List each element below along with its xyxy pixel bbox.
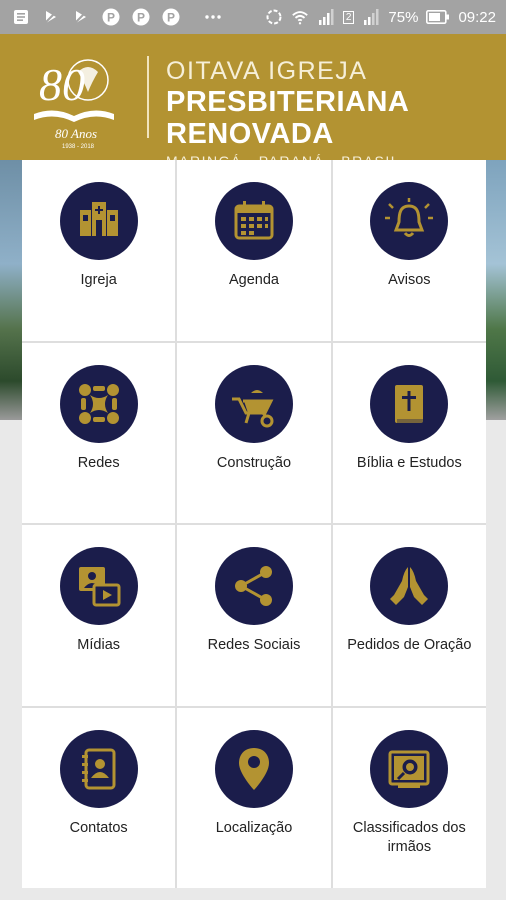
pinterest-icon: P xyxy=(102,8,120,26)
menu-tile-redes[interactable]: Redes xyxy=(22,342,176,523)
logo-number: 80 xyxy=(39,59,85,110)
menu-tile-pedidos-oracao[interactable]: Pedidos de Oração xyxy=(332,525,486,706)
network-icon xyxy=(59,364,138,443)
location-pin-icon xyxy=(214,729,293,808)
menu-tile-agenda[interactable]: Agenda xyxy=(177,160,331,341)
menu-label: Localização xyxy=(215,819,293,836)
signal-icon xyxy=(362,8,380,26)
status-bar: P P P 2 75% 09:22 xyxy=(0,0,506,34)
background-photo-left xyxy=(0,160,22,420)
menu-label: Contatos xyxy=(69,819,128,836)
menu-tile-construcao[interactable]: Construção xyxy=(177,342,331,523)
menu-tile-biblia[interactable]: Bíblia e Estudos xyxy=(332,342,486,523)
header-title-block: OITAVA IGREJA PRESBITERIANA RENOVADA MAR… xyxy=(166,56,506,172)
sim-badge: 2 xyxy=(342,8,355,26)
menu-label: Avisos xyxy=(388,272,431,288)
menu-label: Igreja xyxy=(80,272,117,288)
menu-label: Classificados dos irmãos xyxy=(352,819,466,855)
menu-label: Agenda xyxy=(228,272,279,288)
svg-text:P: P xyxy=(167,11,175,25)
wheelbarrow-icon xyxy=(214,364,293,443)
signal-icon xyxy=(317,8,335,26)
share-icon xyxy=(214,547,293,625)
praying-hands-icon xyxy=(370,547,449,625)
menu-tile-avisos[interactable]: Avisos xyxy=(332,160,486,341)
logo-years: 1938 - 2018 xyxy=(62,144,95,150)
menu-label: Construção xyxy=(216,454,292,471)
menu-label: Pedidos de Oração xyxy=(347,637,472,653)
church-icon xyxy=(59,182,138,260)
menu-tile-midias[interactable]: Mídias xyxy=(22,525,176,706)
media-icon xyxy=(59,547,138,625)
mute-icon xyxy=(72,8,90,26)
calendar-icon xyxy=(214,182,293,260)
pinterest-icon: P xyxy=(132,8,150,26)
classifieds-icon xyxy=(370,729,449,808)
more-icon xyxy=(204,8,222,26)
header-line1: OITAVA IGREJA xyxy=(166,57,368,85)
logo-text: 80 Anos xyxy=(55,126,97,141)
clock: 09:22 xyxy=(458,8,496,26)
contacts-icon xyxy=(59,729,138,808)
menu-tile-igreja[interactable]: Igreja xyxy=(22,160,176,341)
battery-percent: 75% xyxy=(388,8,419,26)
wifi-icon xyxy=(291,8,309,26)
menu-tile-localizacao[interactable]: Localização xyxy=(177,707,331,888)
menu-label: Mídias xyxy=(77,637,121,653)
menu-tile-contatos[interactable]: Contatos xyxy=(22,707,176,888)
header-divider xyxy=(147,56,149,138)
app-header: 80 80 Anos 1938 - 2018 OITAVA IGREJA PRE… xyxy=(0,34,506,169)
background-photo-right xyxy=(486,160,506,420)
svg-text:P: P xyxy=(107,11,115,25)
header-line2: PRESBITERIANA RENOVADA xyxy=(166,86,409,150)
menu-label: Redes Sociais xyxy=(207,637,301,653)
mute-icon xyxy=(42,8,60,26)
menu-label: Redes xyxy=(77,454,120,471)
church-logo: 80 80 Anos 1938 - 2018 xyxy=(26,42,122,154)
menu-label: Bíblia e Estudos xyxy=(356,454,462,471)
svg-text:P: P xyxy=(137,11,145,25)
battery-icon xyxy=(426,8,450,26)
pinterest-icon: P xyxy=(162,8,180,26)
menu-tile-redes-sociais[interactable]: Redes Sociais xyxy=(177,525,331,706)
sync-icon xyxy=(265,8,283,26)
notification-icon xyxy=(12,8,30,26)
menu-tile-classificados[interactable]: Classificados dos irmãos xyxy=(332,707,486,888)
bible-icon xyxy=(370,364,449,443)
bell-icon xyxy=(370,182,449,260)
menu-grid: Igreja Agenda Avisos Redes Construção Bí… xyxy=(22,160,486,888)
bottom-area xyxy=(0,888,506,900)
